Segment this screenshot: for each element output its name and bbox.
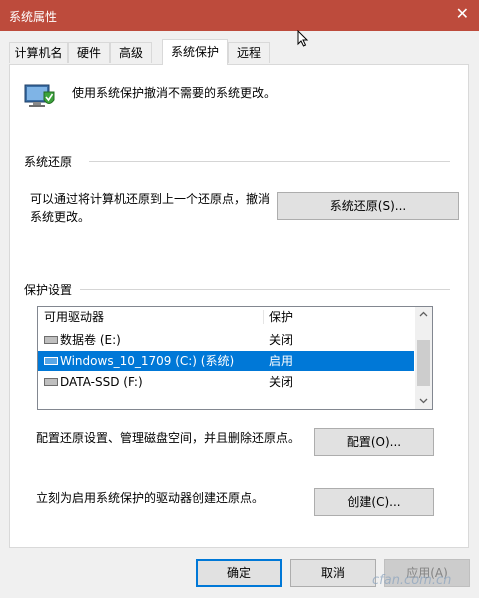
list-scrollbar[interactable]	[415, 307, 432, 409]
drive-icon	[44, 336, 58, 344]
window-title: 系统属性	[9, 10, 58, 24]
close-icon[interactable]: ✕	[456, 4, 469, 23]
tab-system-protection[interactable]: 系统保护	[162, 39, 228, 65]
drive-name: DATA-SSD (F:)	[60, 375, 143, 389]
configure-text: 配置还原设置、管理磁盘空间，并且删除还原点。	[36, 431, 301, 445]
restore-divider	[89, 161, 450, 162]
restore-heading: 系统还原	[24, 155, 73, 169]
scroll-thumb[interactable]	[417, 340, 430, 386]
intro-text: 使用系统保护撤消不需要的系统更改。	[72, 86, 277, 100]
drive-icon	[44, 378, 58, 386]
drive-row[interactable]: DATA-SSD (F:) 关闭	[38, 372, 414, 392]
create-button[interactable]: 创建(C)...	[314, 488, 434, 516]
scroll-up-icon[interactable]	[419, 311, 428, 317]
create-text: 立刻为启用系统保护的驱动器创建还原点。	[36, 491, 265, 505]
protection-divider	[80, 289, 450, 290]
list-header: 可用驱动器 保护	[38, 307, 414, 327]
cancel-button[interactable]: 取消	[290, 559, 376, 587]
column-divider	[263, 310, 264, 324]
drives-list[interactable]: 可用驱动器 保护 数据卷 (E:) 关闭 Windows_10_1709 (C:…	[37, 306, 433, 410]
mouse-cursor-icon	[297, 30, 309, 47]
computer-shield-icon	[24, 84, 55, 107]
watermark: cfan.com.cn	[372, 573, 452, 588]
drive-protection: 关闭	[269, 375, 294, 389]
protection-heading: 保护设置	[24, 283, 73, 297]
restore-description: 可以通过将计算机还原到上一个还原点，撤消系统更改。	[30, 192, 271, 224]
drive-name: 数据卷 (E:)	[60, 333, 121, 347]
drive-protection: 启用	[269, 354, 294, 368]
tab-advanced[interactable]: 高级	[110, 42, 152, 63]
system-drive-icon	[44, 357, 58, 365]
drive-name: Windows_10_1709 (C:) (系统)	[60, 354, 235, 368]
drive-row-selected[interactable]: Windows_10_1709 (C:) (系统) 启用	[38, 351, 414, 371]
tab-computer-name[interactable]: 计算机名	[9, 42, 68, 63]
drive-row[interactable]: 数据卷 (E:) 关闭	[38, 330, 414, 350]
system-restore-button[interactable]: 系统还原(S)...	[277, 192, 459, 220]
title-bar	[0, 0, 479, 31]
tab-remote[interactable]: 远程	[228, 42, 270, 63]
column-header-protection[interactable]: 保护	[269, 307, 293, 327]
ok-button[interactable]: 确定	[196, 559, 282, 587]
scroll-down-icon[interactable]	[419, 398, 428, 404]
column-header-drive[interactable]: 可用驱动器	[44, 307, 104, 327]
drive-protection: 关闭	[269, 333, 294, 347]
tab-hardware[interactable]: 硬件	[68, 42, 110, 63]
configure-button[interactable]: 配置(O)...	[314, 428, 434, 456]
